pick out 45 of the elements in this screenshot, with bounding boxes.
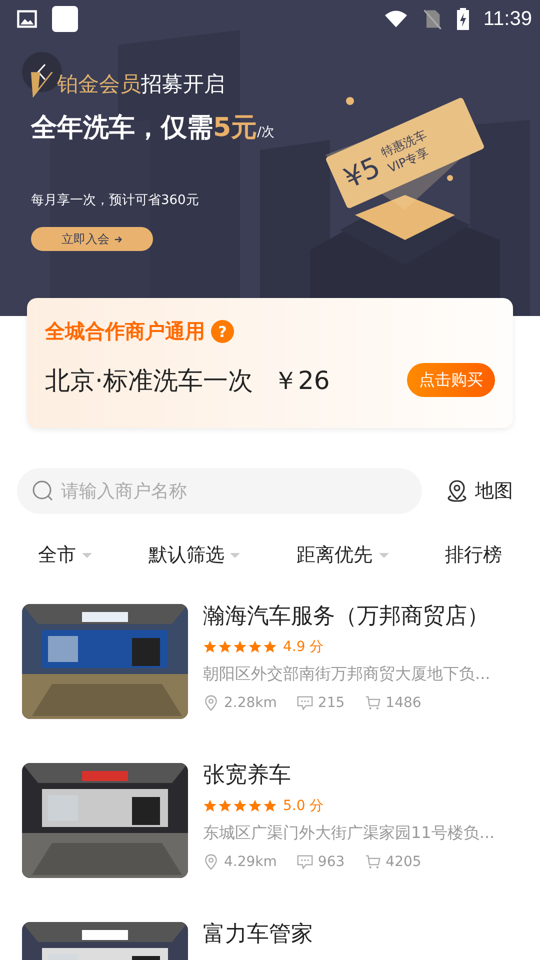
chevron-left-icon [36,62,48,82]
clock-time: 11:39 [483,8,532,30]
headline: 全年洗车，仅需 [31,112,213,145]
cart-icon [364,695,381,711]
comment-icon [296,695,313,711]
product-price: ￥26 [272,364,330,396]
no-sim-icon [421,8,444,30]
location-pin-icon [203,854,219,870]
headline-price: 5元 [213,112,258,145]
sales-count: 1486 [386,695,422,711]
membership-title: 铂金会员 [57,71,141,98]
image-icon [16,8,38,30]
distance: 2.28km [224,695,277,711]
banner-title: 招募开启 [141,71,225,98]
comment-count: 963 [318,854,345,870]
filter-dropdown[interactable]: 全市 [36,538,94,572]
offer-title: 全城合作商户通用 [45,318,205,345]
sales-count: 4205 [386,854,422,870]
battery-charging-icon [457,8,470,30]
arrow-right-icon [114,234,122,244]
comment-count: 215 [318,695,345,711]
headline-unit: /次 [257,124,274,141]
banner-subtitle: 每月享一次，预计可省360元 [31,192,200,209]
app-icon [52,6,78,32]
cart-icon [364,854,381,870]
shop-address: 朝阳区外交部南街万邦商贸大厦地下负... [203,664,490,685]
search-field[interactable]: 请输入商户名称 [17,468,422,514]
shop-address: 东城区广渠门外大街广渠家园11号楼负... [203,823,495,844]
comment-icon [296,854,313,870]
location-pin-icon [203,695,219,711]
map-button[interactable]: 地图 [445,478,513,504]
distance: 4.29km [224,854,277,870]
filter-dropdown[interactable]: 排行榜 [442,538,504,572]
v-logo-icon [31,72,53,98]
join-button[interactable]: 立即入会 [31,227,153,251]
rating-score: 4.9 分 [283,638,324,656]
shop-name[interactable]: 张宽养车 [203,763,495,789]
rating-score: 5.0 分 [283,797,324,815]
product-name: 北京·标准洗车一次 [45,364,253,396]
filter-dropdown[interactable]: 默认筛选 [146,538,242,572]
filter-dropdown[interactable]: 距离优先 [294,538,391,572]
map-pin-icon [445,479,469,503]
shop-name[interactable]: 富力车管家 [203,922,313,948]
shop-name[interactable]: 瀚海汽车服务（万邦商贸店） [203,604,490,630]
wifi-icon [385,8,408,30]
